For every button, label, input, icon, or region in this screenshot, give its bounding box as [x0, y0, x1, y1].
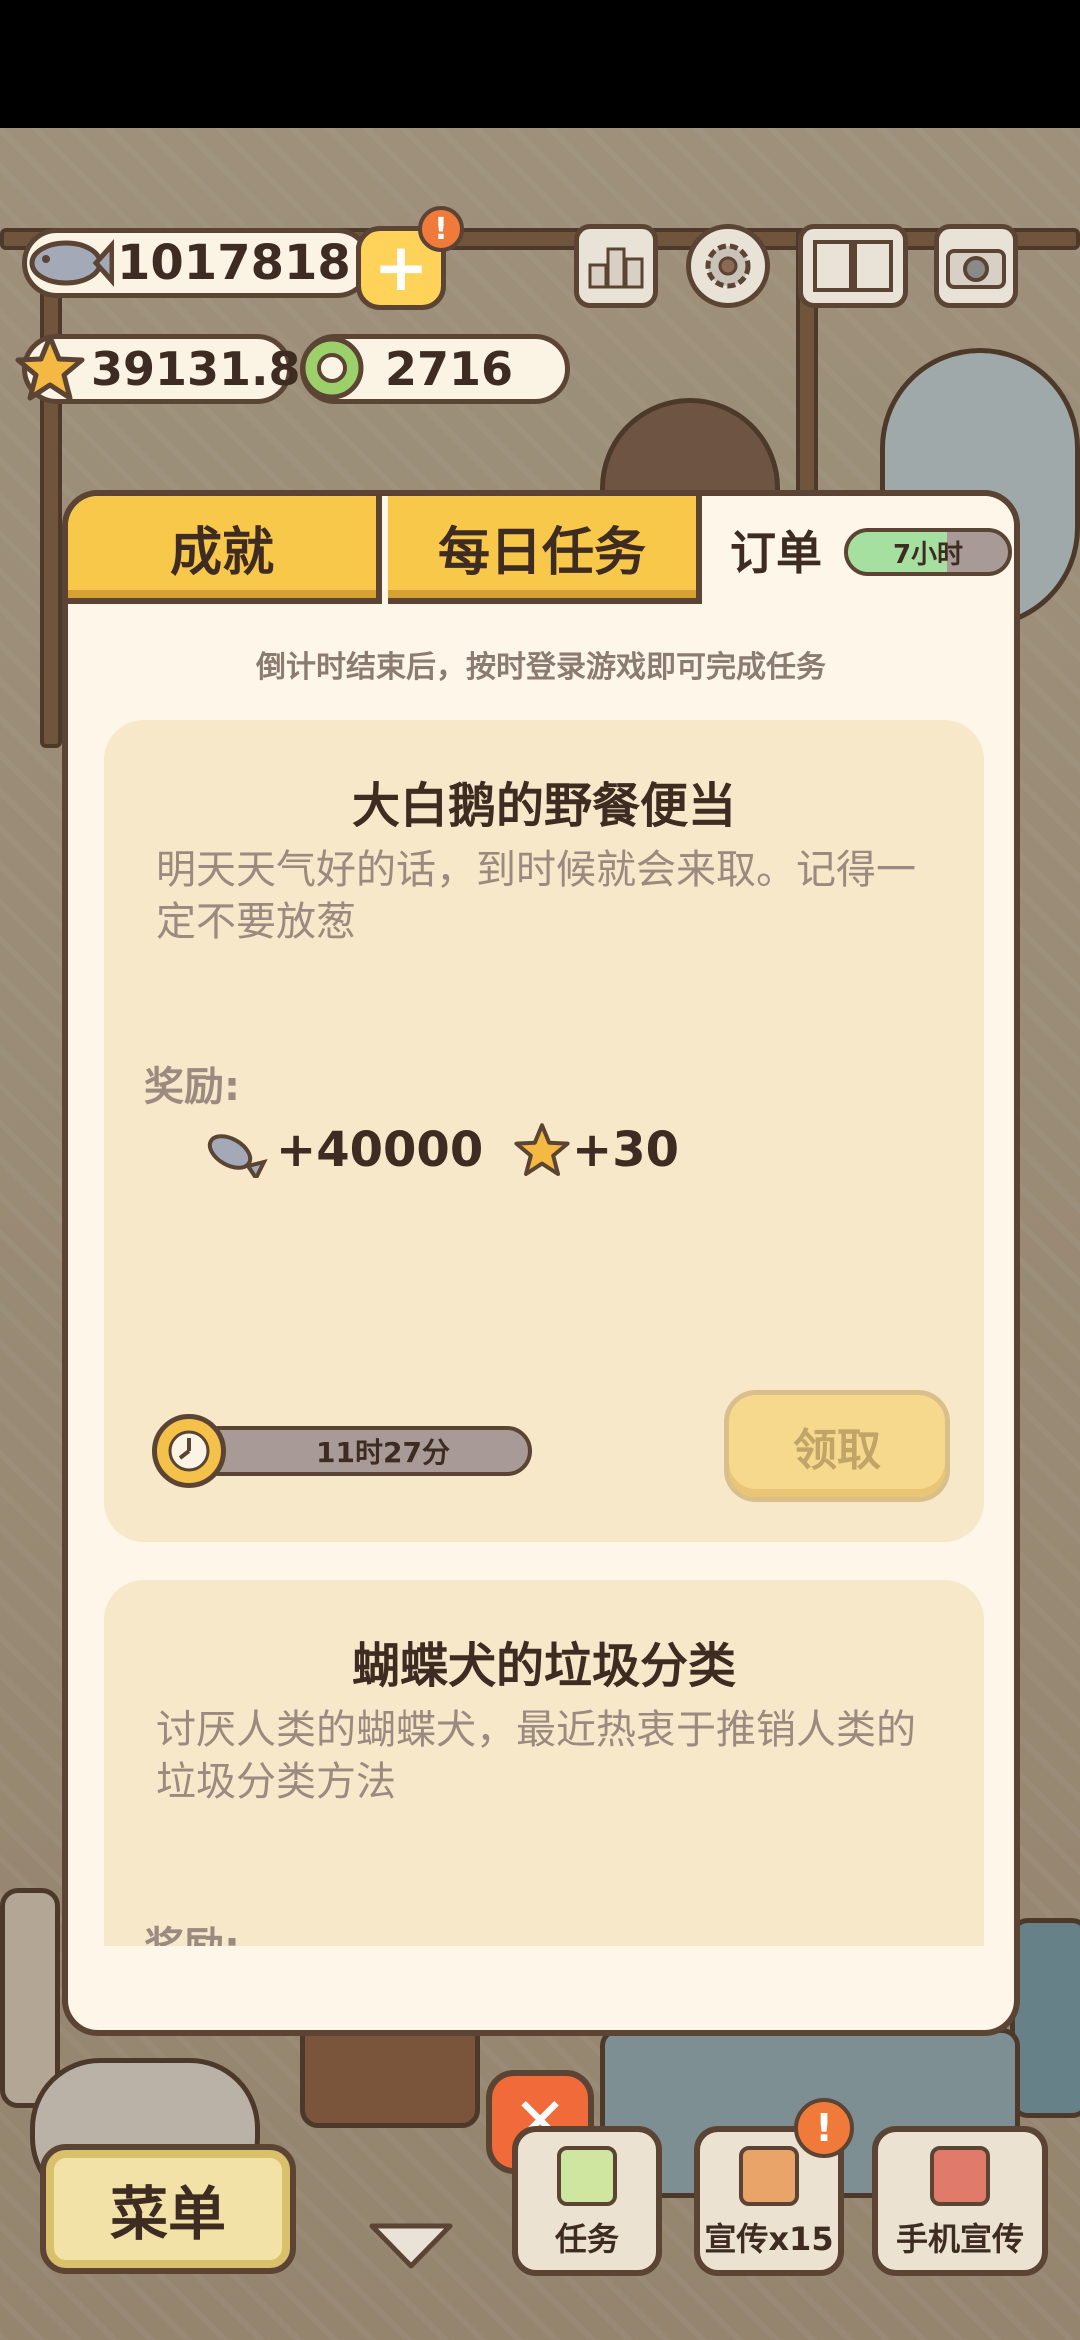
ranking-icon[interactable] — [574, 224, 658, 308]
tab-orders[interactable]: 订单 7小时 — [708, 496, 1014, 604]
fish-reward-amount: +40000 — [276, 1122, 484, 1178]
tab-label: 每日任务 — [437, 522, 646, 583]
gear-icon[interactable] — [686, 224, 770, 308]
time-left: 11时27分 — [316, 1436, 450, 1469]
phone-promo-button[interactable]: 手机宣传 — [872, 2126, 1048, 2276]
order-time-progress: 11时27分 — [194, 1426, 532, 1476]
tasks-label: 任务 — [554, 2220, 619, 2258]
claim-button[interactable]: 领取 — [724, 1390, 950, 1502]
phone-icon — [930, 2146, 990, 2206]
promo-alert-icon: ! — [794, 2098, 854, 2158]
token-count: 2716 — [385, 342, 514, 396]
flyer-icon — [739, 2146, 799, 2206]
checklist-icon — [557, 2146, 617, 2206]
order-title: 大白鹅的野餐便当 — [351, 778, 736, 834]
star-reward: +30 — [514, 1122, 679, 1178]
fish-reward: +40000 — [200, 1122, 483, 1178]
clock-icon — [152, 1414, 226, 1488]
star-icon — [14, 330, 86, 406]
menu-label: 菜单 — [109, 2180, 226, 2248]
orders-list[interactable]: 大白鹅的野餐便当 明天天气好的话，到时候就会来取。记得一定不要放葱 奖励: +4… — [104, 720, 984, 1946]
order-card: 大白鹅的野餐便当 明天天气好的话，到时候就会来取。记得一定不要放葱 奖励: +4… — [104, 720, 984, 1542]
star-count: 39131.8 — [91, 342, 301, 396]
orders-hint: 倒计时结束后，按时登录游戏即可完成任务 — [256, 650, 826, 685]
camera-icon[interactable] — [934, 224, 1018, 308]
star-reward-amount: +30 — [572, 1122, 680, 1178]
orders-refresh-timer: 7小时 — [844, 528, 1012, 576]
timer-text: 7小时 — [892, 539, 964, 570]
chevron-down-icon[interactable] — [366, 2220, 456, 2272]
tab-label: 成就 — [169, 522, 274, 583]
book-icon[interactable] — [798, 224, 908, 308]
menu-button[interactable]: 菜单 — [40, 2144, 296, 2274]
claim-label: 领取 — [793, 1425, 881, 1476]
phone-promo-label: 手机宣传 — [895, 2220, 1024, 2258]
tab-daily-tasks[interactable]: 每日任务 — [388, 496, 702, 604]
tab-label: 订单 — [730, 526, 822, 580]
tab-achievements[interactable]: 成就 — [68, 496, 382, 604]
order-title: 蝴蝶犬的垃圾分类 — [351, 1638, 736, 1694]
order-description: 讨厌人类的蝴蝶犬，最近热衷于推销人类的垃圾分类方法 — [156, 1707, 916, 1805]
promo-label: 宣传x15 — [704, 2220, 834, 2258]
order-description: 明天天气好的话，到时候就会来取。记得一定不要放葱 — [156, 847, 916, 945]
fish-icon — [207, 1134, 268, 1178]
order-card: 蝴蝶犬的垃圾分类 讨厌人类的蝴蝶犬，最近热衷于推销人类的垃圾分类方法 奖励: — [104, 1580, 984, 1946]
star-icon — [514, 1123, 570, 1176]
fish-icon — [22, 222, 114, 302]
token-icon — [294, 330, 370, 406]
plus-icon: + — [373, 229, 429, 306]
reward-label: 奖励: — [144, 1064, 240, 1110]
orders-panel: 成就 每日任务 订单 7小时 倒计时结束后，按时登录游戏即可完成任务 大白鹅的野… — [62, 490, 1020, 2036]
alert-badge-icon: ! — [418, 206, 464, 252]
status-bar — [0, 0, 1080, 128]
tasks-button[interactable]: 任务 — [512, 2126, 662, 2276]
fish-count: 10178181 — [117, 235, 385, 291]
reward-label: 奖励: — [144, 1914, 240, 1946]
